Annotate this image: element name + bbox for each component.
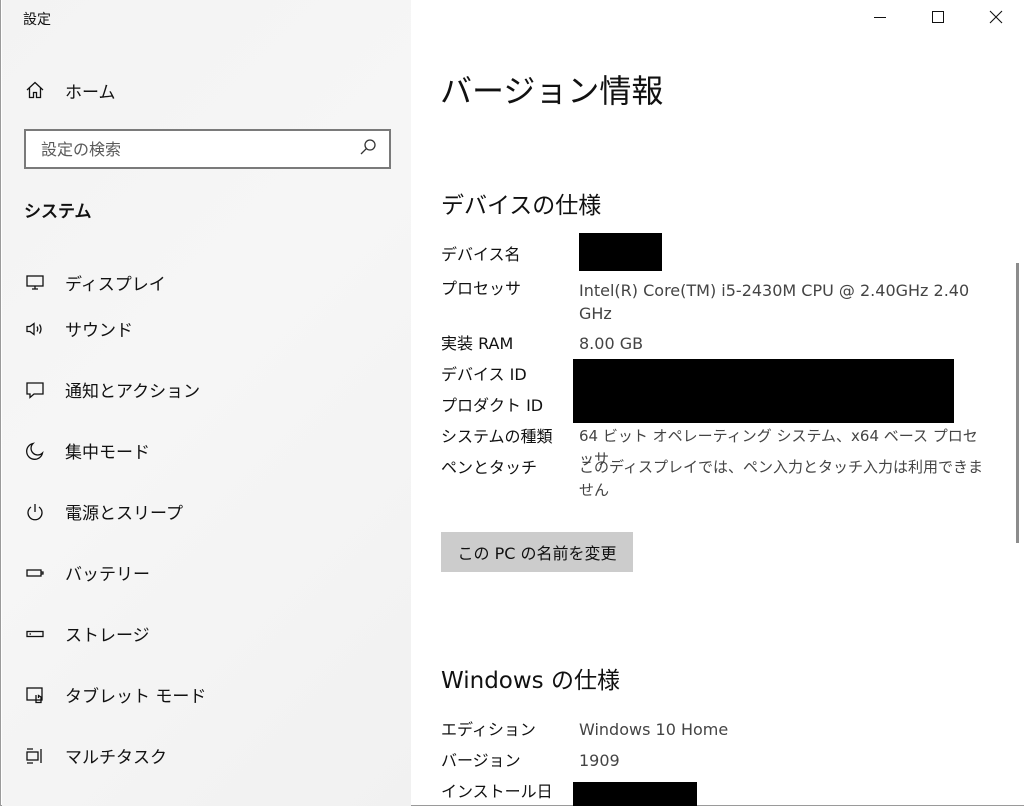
- sidebar-item-label: ストレージ: [65, 626, 150, 646]
- spec-value[interactable]: 8.00 GB: [579, 332, 989, 355]
- windows-specs-heading: Windows の仕様: [441, 668, 620, 694]
- spec-value[interactable]: 1909: [579, 749, 989, 772]
- spec-value[interactable]: このディスプレイでは、ペン入力とタッチ入力は利用できません: [579, 456, 989, 502]
- main-content: バージョン情報 デバイスの仕様 デバイス名 プロセッサ Intel(R) Cor…: [411, 0, 1024, 806]
- sidebar: 設定 ホーム システム: [2, 0, 411, 806]
- close-button[interactable]: [967, 0, 1024, 34]
- spec-label: プロセッサ: [441, 279, 522, 298]
- sidebar-item-label: サウンド: [65, 321, 133, 341]
- spec-row-device-name: デバイス名: [441, 232, 1001, 277]
- spec-label: ペンとタッチ: [441, 458, 538, 477]
- spec-row-edition: エディション Windows 10 Home: [441, 718, 1001, 749]
- sidebar-item-tablet-mode[interactable]: タブレット モード: [24, 664, 394, 725]
- sidebar-item-multitasking[interactable]: マルチタスク: [24, 725, 394, 786]
- storage-icon: [24, 623, 46, 645]
- search-input[interactable]: [41, 139, 341, 159]
- sidebar-item-label: マルチタスク: [65, 748, 167, 768]
- sidebar-item-label: タブレット モード: [65, 687, 207, 707]
- redaction-block: [579, 232, 662, 271]
- spec-value[interactable]: Intel(R) Core(TM) i5-2430M CPU @ 2.40GHz…: [579, 277, 989, 325]
- section-heading-system: システム: [24, 202, 92, 222]
- sidebar-item-label: 通知とアクション: [65, 382, 201, 402]
- window-controls: [851, 0, 1024, 34]
- sidebar-item-label: ディスプレイ: [65, 274, 166, 295]
- windows-specs-table: エディション Windows 10 Home バージョン 1909 インストール…: [441, 718, 1001, 806]
- spec-row-processor: プロセッサ Intel(R) Core(TM) i5-2430M CPU @ 2…: [441, 277, 1001, 332]
- scrollbar[interactable]: [1016, 263, 1019, 543]
- spec-label: 実装 RAM: [441, 334, 514, 353]
- spec-label: デバイス ID: [441, 365, 527, 384]
- minimize-button[interactable]: [851, 0, 909, 34]
- device-specs-table: デバイス名 プロセッサ Intel(R) Core(TM) i5-2430M C…: [441, 232, 1001, 506]
- redaction-block: [573, 782, 697, 806]
- spec-label: インストール日: [441, 782, 553, 801]
- sidebar-item-label: 電源とスリープ: [65, 504, 183, 524]
- power-icon: [24, 501, 46, 523]
- multitask-icon: [24, 745, 46, 767]
- sidebar-item-sound[interactable]: サウンド: [24, 298, 394, 359]
- device-specs-heading: デバイスの仕様: [441, 193, 602, 219]
- sidebar-item-storage[interactable]: ストレージ: [24, 603, 394, 664]
- speaker-icon: [24, 318, 46, 340]
- spec-row-pen-touch: ペンとタッチ このディスプレイでは、ペン入力とタッチ入力は利用できません: [441, 456, 1001, 506]
- search-box[interactable]: [24, 129, 391, 169]
- spec-value-redacted: [579, 232, 989, 277]
- spec-row-system-type: システムの種類 64 ビット オペレーティング システム、x64 ベース プロセ…: [441, 425, 1001, 468]
- sidebar-item-label: 集中モード: [65, 443, 150, 463]
- spec-value[interactable]: Windows 10 Home: [579, 718, 989, 741]
- page-title: バージョン情報: [440, 72, 664, 110]
- spec-label: システムの種類: [441, 427, 553, 446]
- sidebar-item-notifications[interactable]: 通知とアクション: [24, 359, 394, 420]
- sidebar-item-label: バッテリー: [65, 565, 150, 585]
- home-icon: [24, 79, 46, 101]
- sidebar-item-display[interactable]: ディスプレイ: [24, 266, 394, 298]
- notification-icon: [24, 379, 46, 401]
- monitor-icon: [24, 271, 46, 293]
- battery-icon: [24, 562, 46, 584]
- spec-row-version: バージョン 1909: [441, 749, 1001, 780]
- redaction-block: [573, 359, 954, 423]
- spec-value-redacted: [573, 780, 989, 806]
- spec-ids-group: デバイス ID プロダクト ID: [441, 359, 1001, 425]
- maximize-button[interactable]: [909, 0, 967, 34]
- spec-label: デバイス名: [441, 245, 521, 264]
- window-title: 設定: [23, 12, 51, 28]
- spec-label: エディション: [441, 720, 536, 739]
- search-icon[interactable]: [359, 138, 377, 160]
- tablet-mode-icon: [24, 684, 46, 706]
- spec-label: バージョン: [441, 751, 521, 770]
- settings-window: 設定 ホーム システム: [0, 0, 1024, 806]
- spec-label: プロダクト ID: [441, 396, 544, 415]
- rename-pc-button[interactable]: この PC の名前を変更: [441, 532, 633, 572]
- sidebar-home-label: ホーム: [65, 82, 116, 103]
- moon-icon: [24, 440, 46, 462]
- sidebar-item-battery[interactable]: バッテリー: [24, 542, 394, 603]
- sidebar-item-focus-assist[interactable]: 集中モード: [24, 420, 394, 481]
- sidebar-nav-list: ディスプレイ サウンド 通知とアクション 集中モード 電源とスリープ バッテリー…: [24, 266, 394, 786]
- sidebar-home[interactable]: ホーム: [24, 76, 116, 104]
- spec-row-install-date: インストール日: [441, 780, 1001, 806]
- sidebar-item-power-sleep[interactable]: 電源とスリープ: [24, 481, 394, 542]
